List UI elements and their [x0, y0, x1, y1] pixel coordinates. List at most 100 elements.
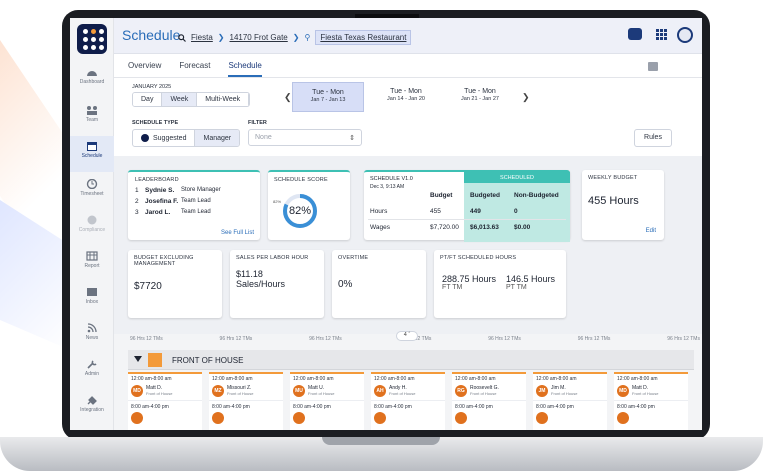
- nav-label: Team: [85, 117, 99, 123]
- nav-label: Admin: [84, 371, 100, 377]
- tab-overview[interactable]: Overview: [128, 61, 161, 70]
- breadcrumb-org[interactable]: Fiesta: [191, 33, 213, 42]
- rules-button[interactable]: Rules: [634, 129, 672, 147]
- nav-integration[interactable]: Integration: [70, 390, 114, 426]
- avatar: MD: [131, 385, 143, 397]
- report-icon: [86, 251, 98, 261]
- section-color-swatch: [148, 353, 162, 367]
- shift-time: 12:00 am-8:00 am: [293, 376, 334, 382]
- edit-budget-link[interactable]: Edit: [646, 228, 656, 234]
- week-selector[interactable]: Tue - Mon Jan 14 - Jan 20: [370, 82, 442, 112]
- page-title: Schedule: [122, 27, 181, 43]
- caret-down-icon[interactable]: [134, 356, 142, 362]
- shift-card[interactable]: 12:00 am-8:00 am AH Andy H. Front of House 8…: [371, 372, 445, 430]
- chat-icon[interactable]: [628, 28, 642, 40]
- score-value: 82%: [288, 205, 312, 217]
- nav-schedule[interactable]: Schedule: [70, 136, 114, 172]
- suggested-badge-icon: [141, 134, 149, 142]
- leaderboard-row: 2 Josefina F. Team Lead: [135, 198, 211, 205]
- nav-label: Timesheet: [80, 191, 104, 197]
- week-selector-current[interactable]: Tue - Mon Jan 7 - Jan 13: [292, 82, 364, 112]
- hours-label: Hours: [370, 208, 388, 215]
- shift-card[interactable]: 12:00 am-8:00 am RG Roosevelt G. Front of H…: [452, 372, 526, 430]
- app-logo[interactable]: [77, 24, 107, 54]
- calendar-icon: [87, 142, 97, 151]
- breadcrumb-restaurant[interactable]: Fiesta Texas Restaurant: [315, 30, 412, 45]
- shift-card[interactable]: 12:00 am-8:00 am MD Matt D. Front of House 8…: [614, 372, 688, 430]
- overtime-value: 0%: [338, 279, 353, 290]
- avatar: [374, 412, 386, 424]
- avatar: [455, 412, 467, 424]
- avatar: AH: [374, 385, 386, 397]
- schedule-version-card: SCHEDULED SCHEDULE V1.0 Dec 3, 9:13 AM B…: [364, 170, 570, 242]
- see-full-list-link[interactable]: See Full List: [221, 230, 254, 236]
- chevron-left-icon[interactable]: ❮: [284, 92, 292, 103]
- shift-employee: MZ Missouri Z. Front of House: [209, 384, 283, 398]
- budget-excl-value: $7720: [134, 281, 162, 292]
- shift-employee: MD Matt D. Front of House: [614, 384, 688, 398]
- nav-team[interactable]: Team: [70, 100, 114, 136]
- score-mini-label: 82%: [273, 199, 282, 204]
- avatar: MD: [617, 385, 629, 397]
- nav-compliance[interactable]: Compliance: [70, 210, 114, 246]
- collapse-dashboard-button[interactable]: 4 ˆ: [396, 331, 418, 341]
- ptft-title: PT/FT SCHEDULED HOURS: [440, 255, 517, 261]
- shift-time: 12:00 am-8:00 am: [131, 376, 172, 382]
- view-multiweek-button[interactable]: Multi-Week: [197, 93, 250, 106]
- filter-label: FILTER: [248, 120, 267, 126]
- avatar: MU: [293, 385, 305, 397]
- shift-card[interactable]: 12:00 am-8:00 am JM Jim M. Front of House 8:…: [533, 372, 607, 430]
- schedule-type-label: SCHEDULE TYPE: [132, 120, 179, 126]
- week-selector[interactable]: Tue - Mon Jan 21 - Jan 27: [444, 82, 516, 112]
- budgeted-header: Budgeted: [470, 192, 500, 199]
- shift-time: 8:00 am-4:00 pm: [371, 400, 445, 412]
- schedule-type-toggle: Suggested Manager: [132, 129, 241, 147]
- print-icon[interactable]: [648, 62, 658, 71]
- shift-time: 12:00 am-8:00 am: [617, 376, 658, 382]
- search-icon[interactable]: [178, 33, 186, 42]
- app-screen: Dashboard Team Schedule Timesheet Compli…: [70, 18, 702, 430]
- breadcrumb-address[interactable]: 14170 Frot Gate: [230, 33, 288, 42]
- tab-forecast[interactable]: Forecast: [179, 61, 210, 70]
- daily-summary: 96 Hrs 12 TMs: [130, 336, 163, 342]
- nav-label: Compliance: [78, 227, 106, 233]
- nav-dashboard[interactable]: Dashboard: [70, 62, 114, 98]
- wages-budgeted: $6,013.63: [470, 224, 499, 231]
- shift-card[interactable]: 12:00 am-8:00 am MU Matt U. Front of House 8…: [290, 372, 364, 430]
- shift-card[interactable]: 12:00 am-8:00 am MD Matt D. Front of House 8…: [128, 372, 202, 430]
- breadcrumb: Fiesta ❯ 14170 Frot Gate ❯ ⚲ Fiesta Texa…: [178, 30, 412, 45]
- shift-employee: JM Jim M. Front of House: [533, 384, 607, 398]
- avatar: RG: [455, 385, 467, 397]
- ft-hours-value: 146.5 Hours: [506, 274, 556, 284]
- view-day-button[interactable]: Day: [133, 93, 163, 106]
- select-arrows-icon: ⇕: [349, 135, 355, 142]
- employee-role: Front of House: [308, 391, 335, 396]
- rss-icon: [87, 323, 97, 333]
- dashboard-icon: [87, 71, 97, 76]
- nav-admin[interactable]: Admin: [70, 354, 114, 390]
- apps-grid-icon[interactable]: [656, 29, 667, 40]
- sales-labor-unit: Sales/Hours: [236, 279, 286, 289]
- filter-select[interactable]: None ⇕: [248, 129, 362, 146]
- laptop-notch: [322, 437, 440, 445]
- schedule-version-title: SCHEDULE V1.0: [370, 176, 413, 182]
- chevron-right-icon[interactable]: ❯: [522, 92, 530, 103]
- pt-hours-value: 288.75 Hours: [442, 274, 497, 284]
- schedule-type-suggested[interactable]: Suggested: [133, 130, 194, 146]
- tab-schedule[interactable]: Schedule: [228, 61, 262, 77]
- avatar: [293, 412, 305, 424]
- schedule-grid: 96 Hrs 12 TMs 96 Hrs 12 TMs 96 Hrs 12 TM…: [114, 331, 702, 430]
- shift-employee: MD Matt D. Front of House: [128, 384, 202, 398]
- schedule-type-manager[interactable]: Manager: [194, 130, 240, 146]
- view-week-button[interactable]: Week: [162, 93, 198, 106]
- nav-inbox[interactable]: Inbox: [70, 282, 114, 318]
- section-header-front-of-house[interactable]: FRONT OF HOUSE: [128, 350, 694, 370]
- clock-icon: [86, 179, 98, 189]
- nav-report[interactable]: Report: [70, 246, 114, 282]
- shift-card[interactable]: 12:00 am-8:00 am MZ Missouri Z. Front of Ho…: [209, 372, 283, 430]
- nav-timesheet[interactable]: Timesheet: [70, 174, 114, 210]
- user-avatar-icon[interactable]: [677, 27, 693, 43]
- nav-news[interactable]: News: [70, 318, 114, 354]
- pt-hours-sub: FT TM: [442, 284, 463, 291]
- shift-employee: RG Roosevelt G. Front of House: [452, 384, 526, 398]
